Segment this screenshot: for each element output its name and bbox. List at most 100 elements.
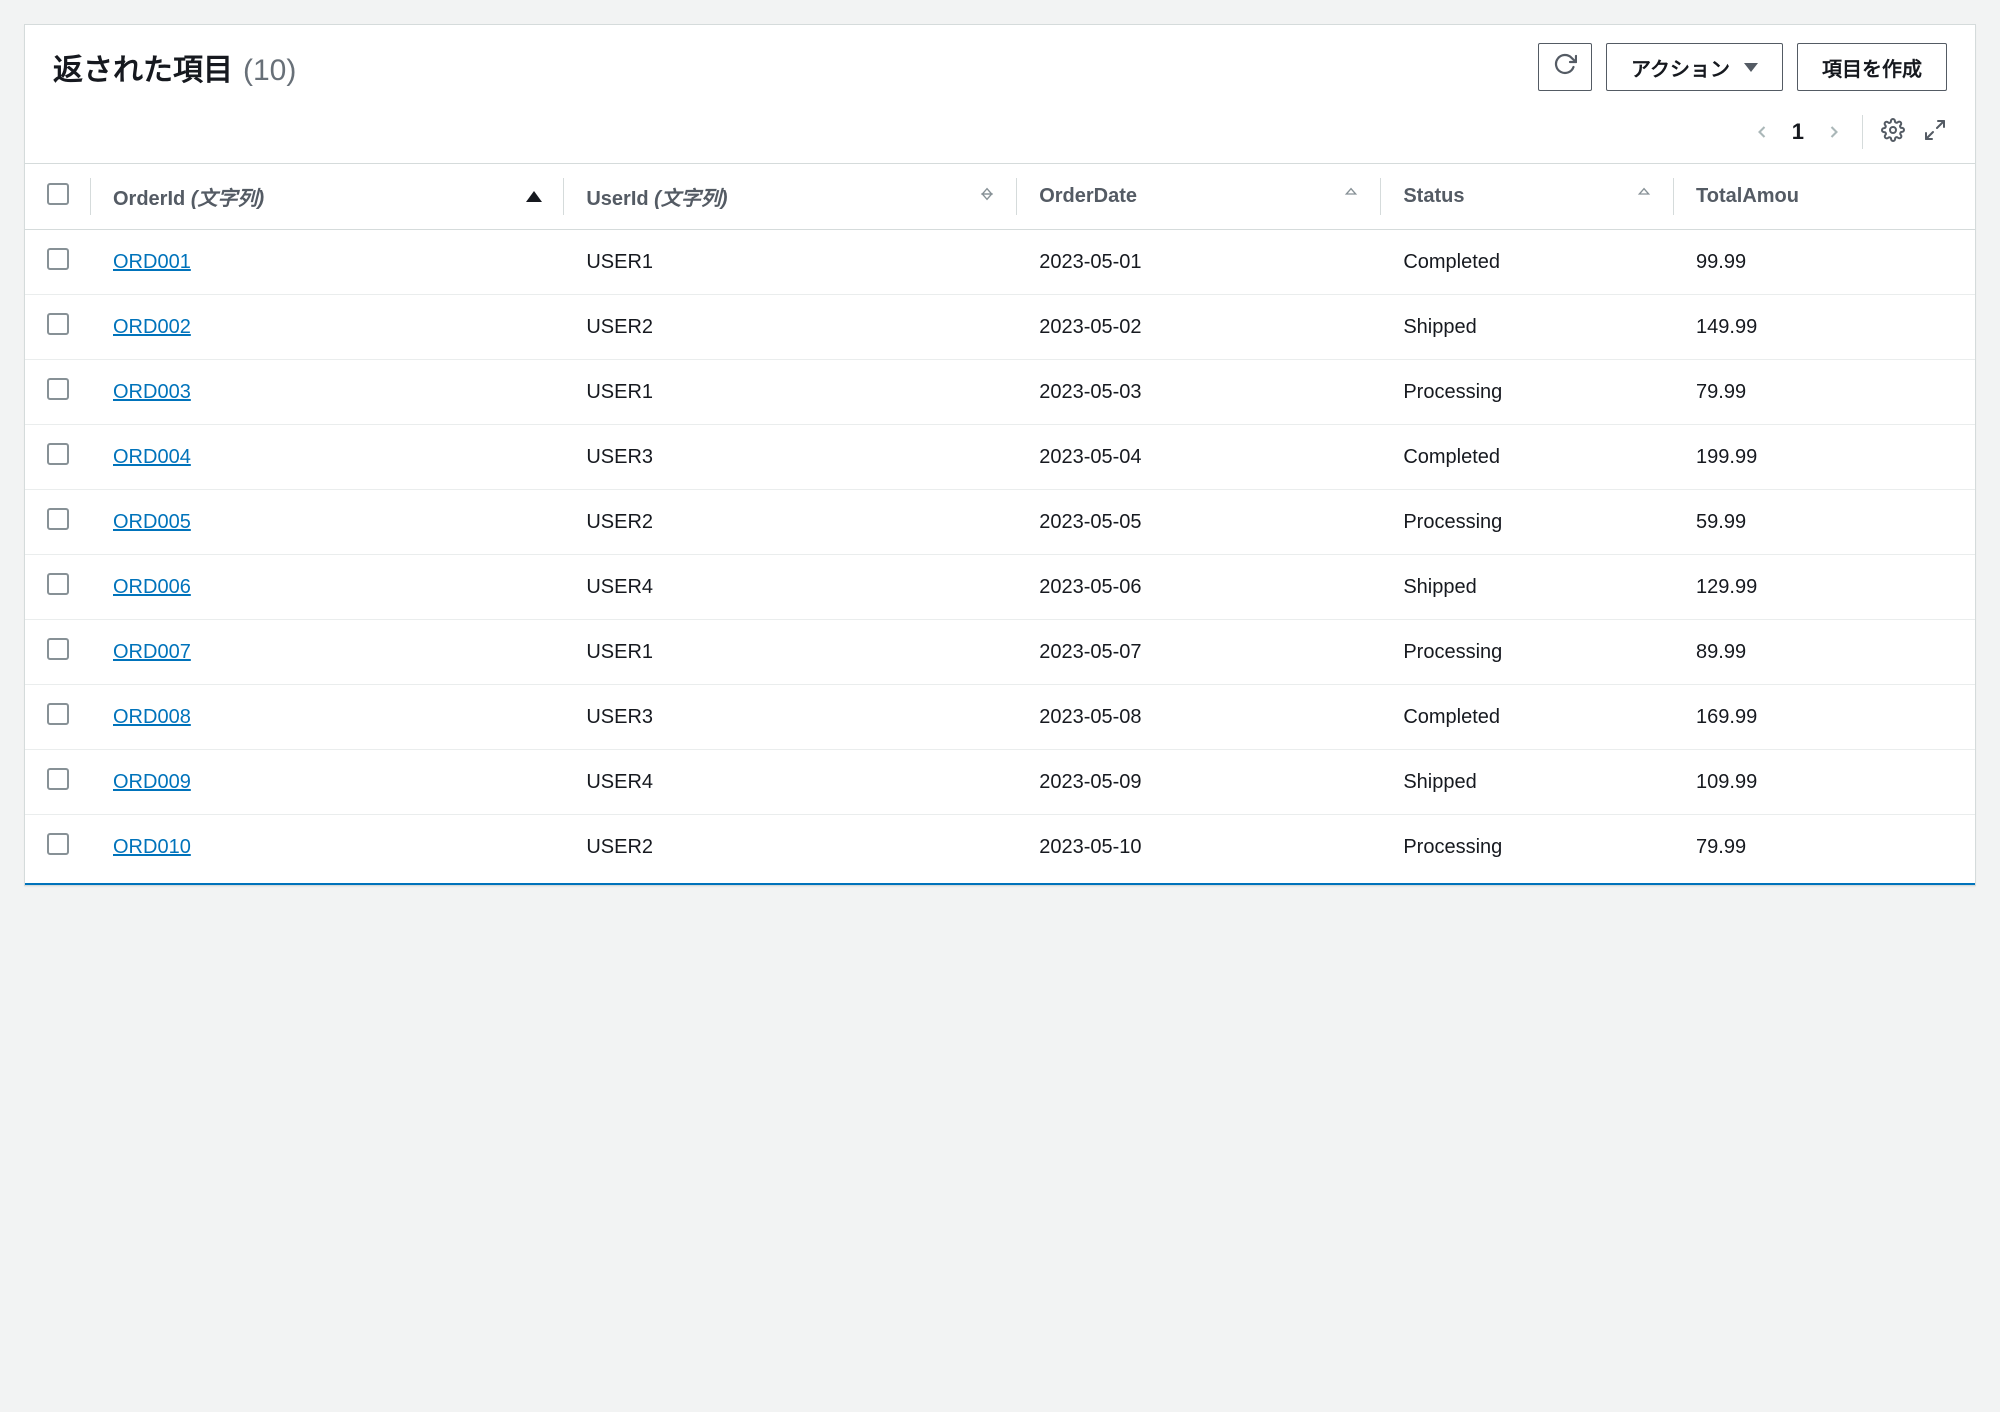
page-title: 返された項目 bbox=[53, 45, 233, 89]
row-checkbox[interactable] bbox=[47, 768, 69, 790]
select-all-checkbox[interactable] bbox=[47, 183, 69, 205]
table-row: ORD007 USER12023-05-07Processing89.99 bbox=[25, 620, 1975, 685]
toolbar-divider bbox=[1862, 115, 1863, 149]
orderid-link[interactable]: ORD009 bbox=[113, 771, 191, 793]
row-checkbox[interactable] bbox=[47, 313, 69, 335]
orderid-link[interactable]: ORD006 bbox=[113, 576, 191, 598]
title-wrap: 返された項目 (10) bbox=[53, 45, 296, 89]
row-checkbox[interactable] bbox=[47, 508, 69, 530]
cell-status: Completed bbox=[1381, 230, 1674, 295]
item-count: (10) bbox=[243, 54, 296, 88]
table-row: ORD004USER32023-05-04Completed199.99 bbox=[25, 425, 1975, 490]
cell-totalamount: 169.99 bbox=[1674, 685, 1975, 750]
cell-totalamount: 89.99 bbox=[1674, 620, 1975, 685]
col-userid[interactable]: UserId (文字列) bbox=[564, 164, 1017, 230]
cell-orderdate: 2023-05-03 bbox=[1017, 360, 1381, 425]
cell-totalamount: 109.99 bbox=[1674, 750, 1975, 815]
refresh-button[interactable] bbox=[1538, 43, 1592, 91]
cell-status: Completed bbox=[1381, 685, 1674, 750]
table-row: ORD005USER22023-05-05Processing59.99 bbox=[25, 490, 1975, 555]
orderid-link[interactable]: ORD003 bbox=[113, 381, 191, 403]
expand-icon bbox=[1923, 118, 1947, 147]
row-checkbox[interactable] bbox=[47, 833, 69, 855]
col-status[interactable]: Status bbox=[1381, 164, 1674, 230]
table-row: ORD003USER12023-05-03Processing79.99 bbox=[25, 360, 1975, 425]
row-checkbox[interactable] bbox=[47, 378, 69, 400]
cell-userid: USER2 bbox=[564, 815, 1017, 880]
col-totalamount-label: TotalAmou bbox=[1696, 185, 1799, 208]
orderid-link[interactable]: ORD008 bbox=[113, 706, 191, 728]
sort-icon bbox=[1343, 185, 1359, 208]
create-item-button[interactable]: 項目を作成 bbox=[1797, 43, 1947, 91]
cell-orderdate: 2023-05-04 bbox=[1017, 425, 1381, 490]
cell-totalamount: 99.99 bbox=[1674, 230, 1975, 295]
table-row: ORD006USER42023-05-06Shipped129.99 bbox=[25, 555, 1975, 620]
col-orderid[interactable]: OrderId (文字列) bbox=[91, 164, 564, 230]
header-actions: アクション 項目を作成 bbox=[1538, 43, 1947, 91]
table-row: ORD001 USER12023-05-01Completed99.99 bbox=[25, 230, 1975, 295]
row-checkbox[interactable] bbox=[47, 248, 69, 270]
cell-orderdate: 2023-05-05 bbox=[1017, 490, 1381, 555]
cell-orderdate: 2023-05-09 bbox=[1017, 750, 1381, 815]
orderid-link[interactable]: ORD002 bbox=[113, 316, 191, 338]
results-panel: 返された項目 (10) アクション 項目を作成 1 bbox=[24, 24, 1976, 886]
cell-userid: USER1 bbox=[564, 230, 1017, 295]
cell-status: Processing bbox=[1381, 620, 1674, 685]
cell-totalamount: 129.99 bbox=[1674, 555, 1975, 620]
page-number: 1 bbox=[1792, 119, 1804, 145]
orderid-link[interactable]: ORD007 bbox=[113, 641, 191, 663]
next-page-button[interactable] bbox=[1824, 122, 1844, 142]
orderid-link[interactable]: ORD010 bbox=[113, 836, 191, 858]
cell-userid: USER3 bbox=[564, 425, 1017, 490]
cell-orderdate: 2023-05-10 bbox=[1017, 815, 1381, 880]
actions-label: アクション bbox=[1631, 53, 1730, 82]
cell-userid: USER4 bbox=[564, 750, 1017, 815]
cell-status: Shipped bbox=[1381, 750, 1674, 815]
col-orderdate[interactable]: OrderDate bbox=[1017, 164, 1381, 230]
panel-header: 返された項目 (10) アクション 項目を作成 bbox=[25, 25, 1975, 97]
col-totalamount[interactable]: TotalAmou bbox=[1674, 164, 1975, 230]
orderid-link[interactable]: ORD005 bbox=[113, 511, 191, 533]
cell-orderdate: 2023-05-02 bbox=[1017, 295, 1381, 360]
table-row: ORD002USER22023-05-02Shipped149.99 bbox=[25, 295, 1975, 360]
cell-status: Shipped bbox=[1381, 555, 1674, 620]
orderid-link[interactable]: ORD004 bbox=[113, 446, 191, 468]
table-row: ORD009 USER42023-05-09Shipped109.99 bbox=[25, 750, 1975, 815]
fullscreen-button[interactable] bbox=[1923, 118, 1947, 147]
col-orderdate-label: OrderDate bbox=[1039, 185, 1137, 208]
table-row: ORD010USER22023-05-10Processing79.99 bbox=[25, 815, 1975, 880]
cell-userid: USER1 bbox=[564, 620, 1017, 685]
prev-page-button[interactable] bbox=[1752, 122, 1772, 142]
row-checkbox[interactable] bbox=[47, 703, 69, 725]
actions-dropdown-button[interactable]: アクション bbox=[1606, 43, 1783, 91]
create-item-label: 項目を作成 bbox=[1822, 53, 1922, 82]
cell-orderdate: 2023-05-07 bbox=[1017, 620, 1381, 685]
items-table: OrderId (文字列) UserId (文字列) bbox=[25, 163, 1975, 879]
cell-totalamount: 149.99 bbox=[1674, 295, 1975, 360]
sort-asc-icon bbox=[526, 191, 542, 202]
settings-button[interactable] bbox=[1881, 118, 1905, 147]
gear-icon bbox=[1881, 118, 1905, 147]
cell-status: Processing bbox=[1381, 815, 1674, 880]
sort-icon bbox=[979, 185, 995, 208]
cell-orderdate: 2023-05-06 bbox=[1017, 555, 1381, 620]
table-header-row: OrderId (文字列) UserId (文字列) bbox=[25, 164, 1975, 230]
col-status-label: Status bbox=[1403, 185, 1464, 208]
cell-status: Shipped bbox=[1381, 295, 1674, 360]
row-checkbox[interactable] bbox=[47, 573, 69, 595]
row-checkbox[interactable] bbox=[47, 443, 69, 465]
col-userid-type: (文字列) bbox=[654, 188, 727, 210]
sort-icon bbox=[1636, 185, 1652, 208]
row-checkbox[interactable] bbox=[47, 638, 69, 660]
cell-totalamount: 79.99 bbox=[1674, 360, 1975, 425]
orderid-link[interactable]: ORD001 bbox=[113, 251, 191, 273]
table-scroll[interactable]: OrderId (文字列) UserId (文字列) bbox=[25, 163, 1975, 885]
cell-orderdate: 2023-05-01 bbox=[1017, 230, 1381, 295]
col-orderid-label: OrderId bbox=[113, 188, 185, 210]
col-userid-label: UserId bbox=[586, 188, 648, 210]
cell-userid: USER1 bbox=[564, 360, 1017, 425]
cell-orderdate: 2023-05-08 bbox=[1017, 685, 1381, 750]
table-row: ORD008 USER32023-05-08Completed169.99 bbox=[25, 685, 1975, 750]
table-toolbar: 1 bbox=[25, 97, 1975, 163]
cell-userid: USER3 bbox=[564, 685, 1017, 750]
